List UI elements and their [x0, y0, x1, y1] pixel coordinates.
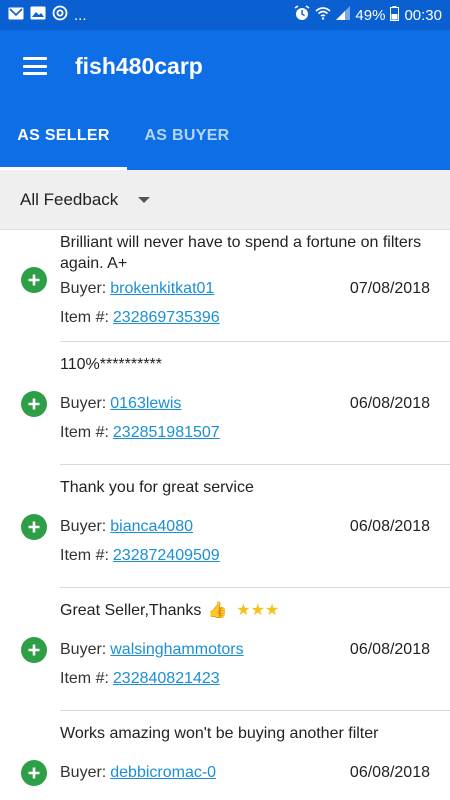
- feedback-date: 06/08/2018: [349, 640, 430, 658]
- positive-feedback-icon: [21, 760, 47, 786]
- status-right: 49% 00:30: [294, 5, 442, 25]
- buyer-row: Buyer: bianca4080 06/08/2018: [60, 512, 450, 541]
- feedback-comment: Brilliant will never have to spend a for…: [60, 234, 422, 272]
- buyer-row: Buyer: 0163lewis 06/08/2018: [60, 389, 450, 418]
- status-ellipsis: ...: [74, 6, 87, 24]
- list-item: Works amazing won't be buying another fi…: [21, 711, 450, 800]
- item-link[interactable]: 232840821423: [113, 670, 220, 688]
- tab-as-seller[interactable]: AS SELLER: [0, 102, 127, 170]
- buyer-label: Buyer:: [60, 279, 107, 297]
- feedback-date: 06/08/2018: [349, 394, 430, 412]
- positive-feedback-icon: [21, 391, 47, 417]
- item-link[interactable]: 232869735396: [113, 309, 220, 327]
- item-row: Item #: 232840821423: [60, 664, 450, 693]
- buyer-link[interactable]: debbicromac-0: [110, 764, 216, 782]
- feedback-comment-text: Great Seller,Thanks: [60, 602, 202, 619]
- feedback-comment: Thank you for great service: [60, 479, 254, 496]
- list-item: Brilliant will never have to spend a for…: [21, 230, 450, 342]
- alarm-icon: [294, 5, 310, 25]
- battery-icon: [390, 5, 400, 25]
- page-title: fish480carp: [75, 52, 203, 79]
- tab-as-buyer[interactable]: AS BUYER: [127, 102, 247, 170]
- buyer-row: Buyer: brokenkitkat01 07/08/2018: [60, 274, 450, 303]
- list-item: Great Seller,Thanks 👍 ★★★ Buyer: walsing…: [21, 588, 450, 711]
- item-link[interactable]: 232872409509: [113, 547, 220, 565]
- buyer-label: Buyer:: [60, 394, 107, 412]
- menu-button[interactable]: [0, 30, 70, 102]
- buyer-row: Buyer: walsinghammotors 06/08/2018: [60, 635, 450, 664]
- status-bar: ... 49% 00:30: [0, 0, 450, 30]
- status-left: ...: [8, 5, 87, 25]
- positive-feedback-icon: [21, 637, 47, 663]
- feedback-list: Brilliant will never have to spend a for…: [0, 230, 450, 800]
- thumbs-up-icon: 👍: [207, 602, 228, 619]
- buyer-label: Buyer:: [60, 517, 107, 535]
- app-bar: fish480carp: [0, 30, 450, 102]
- feedback-date: 07/08/2018: [349, 279, 430, 297]
- feedback-date: 06/08/2018: [349, 517, 430, 535]
- positive-feedback-icon: [21, 267, 47, 293]
- feedback-date: 06/08/2018: [349, 763, 430, 781]
- buyer-link[interactable]: bianca4080: [110, 518, 193, 536]
- buyer-label: Buyer:: [60, 763, 107, 781]
- positive-feedback-icon: [21, 514, 47, 540]
- at-icon: [52, 5, 68, 25]
- feedback-comment: Works amazing won't be buying another fi…: [60, 725, 379, 742]
- filter-selected-value: All Feedback: [20, 189, 119, 209]
- tab-bar: AS SELLER AS BUYER: [0, 102, 450, 170]
- buyer-row: Buyer: debbicromac-0 06/08/2018: [60, 758, 450, 787]
- list-item: Thank you for great service Buyer: bianc…: [21, 465, 450, 588]
- item-label: Item #:: [60, 308, 109, 326]
- star-icons: ★★★: [236, 602, 280, 619]
- battery-percent: 49%: [355, 6, 386, 24]
- chevron-down-icon: [138, 196, 151, 203]
- feedback-comment: 110%**********: [60, 356, 162, 373]
- feedback-comment: Great Seller,Thanks 👍 ★★★: [60, 600, 450, 621]
- item-label: Item #:: [60, 546, 109, 564]
- buyer-label: Buyer:: [60, 640, 107, 658]
- buyer-link[interactable]: brokenkitkat01: [110, 280, 214, 298]
- item-row: Item #: 232869735396: [60, 303, 450, 332]
- mail-icon: [8, 7, 24, 24]
- wifi-icon: [315, 6, 331, 24]
- item-label: Item #:: [60, 423, 109, 441]
- hamburger-icon: [23, 57, 47, 75]
- item-row: Item #: 232872409509: [60, 541, 450, 570]
- status-time: 00:30: [404, 6, 442, 24]
- item-label: Item #:: [60, 669, 109, 687]
- signal-icon: [336, 6, 351, 24]
- image-icon: [30, 6, 46, 24]
- item-row: Item #: 232851981507: [60, 418, 450, 447]
- buyer-link[interactable]: walsinghammotors: [110, 641, 243, 659]
- item-link[interactable]: 232851981507: [113, 424, 220, 442]
- buyer-link[interactable]: 0163lewis: [110, 395, 181, 413]
- list-item: 110%********** Buyer: 0163lewis 06/08/20…: [21, 342, 450, 465]
- feedback-filter-dropdown[interactable]: All Feedback: [0, 170, 450, 230]
